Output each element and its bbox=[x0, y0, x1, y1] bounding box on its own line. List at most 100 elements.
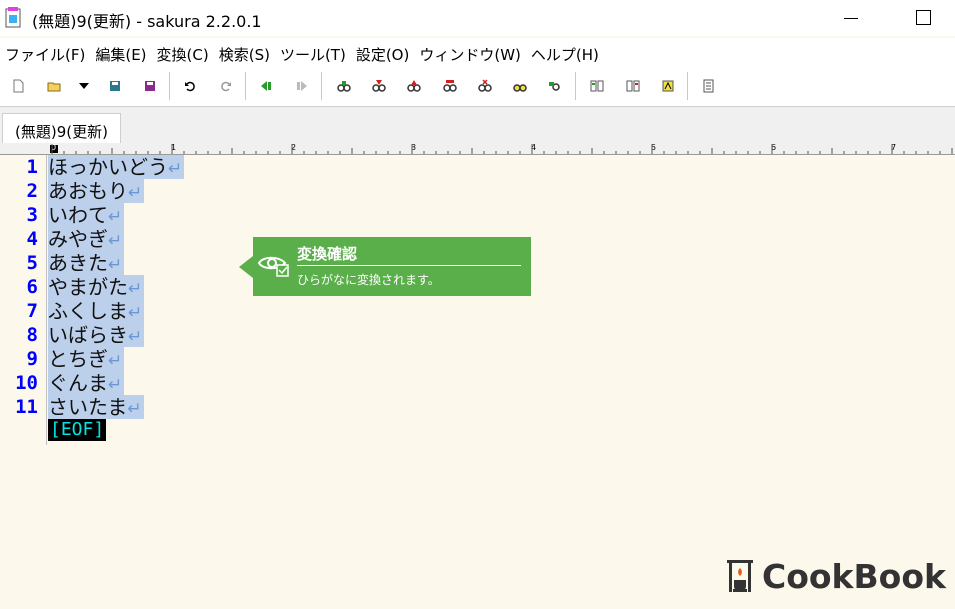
line-text[interactable]: あおもり↵ bbox=[48, 179, 145, 203]
grep-icon[interactable] bbox=[477, 78, 493, 94]
logo-text: CookBook bbox=[762, 556, 946, 596]
line-text[interactable]: やまがた↵ bbox=[48, 275, 145, 299]
line-text[interactable]: みやぎ↵ bbox=[48, 227, 125, 251]
menu-edit[interactable]: 編集(E) bbox=[90, 38, 151, 68]
menu-window[interactable]: ウィンドウ(W) bbox=[414, 38, 526, 68]
tooltip-divider bbox=[297, 265, 521, 266]
editor-line: 11 さいたま↵ bbox=[0, 395, 955, 419]
editor-line: 3 いわて↵ bbox=[0, 203, 955, 227]
editor-line: 8 いばらき↵ bbox=[0, 323, 955, 347]
text-editor[interactable]: 1 ほっかいどう↵ 2 あおもり↵ 3 いわて↵ 4 みやぎ↵ 5 あきた↵ 6… bbox=[0, 155, 955, 445]
line-content: いわて bbox=[48, 203, 108, 227]
ruler: 0 1 2 3 4 5 6 7 bbox=[0, 143, 955, 155]
toolbar-separator bbox=[575, 72, 576, 100]
jump-back-icon[interactable] bbox=[258, 78, 274, 94]
line-number: 1 bbox=[26, 156, 38, 178]
editor-line: 7 ふくしま↵ bbox=[0, 299, 955, 323]
eol-mark: ↵ bbox=[128, 279, 143, 299]
open-file-icon[interactable] bbox=[46, 78, 62, 94]
line-number: 4 bbox=[26, 228, 38, 250]
tooltip-message: ひらがなに変換されます。 bbox=[297, 273, 440, 287]
search-icon[interactable] bbox=[336, 78, 352, 94]
minimize-button[interactable] bbox=[836, 6, 866, 30]
grep-replace-icon[interactable] bbox=[512, 78, 528, 94]
menu-help[interactable]: ヘルプ(H) bbox=[526, 38, 604, 68]
eol-mark: ↵ bbox=[108, 231, 123, 251]
jump-tag-icon[interactable] bbox=[547, 78, 563, 94]
eol-mark: ↵ bbox=[128, 327, 143, 347]
eol-mark: ↵ bbox=[127, 399, 142, 419]
line-number: 11 bbox=[15, 396, 38, 418]
cooking-pot-icon bbox=[727, 560, 753, 592]
cookbook-logo: CookBook bbox=[724, 556, 946, 596]
toolbar-separator bbox=[321, 72, 322, 100]
compare-icon[interactable] bbox=[589, 78, 605, 94]
tab-document[interactable]: (無題)9(更新) bbox=[2, 113, 121, 143]
line-text[interactable]: あきた↵ bbox=[48, 251, 125, 275]
line-number: 2 bbox=[26, 180, 38, 202]
line-text[interactable]: ほっかいどう↵ bbox=[48, 155, 185, 179]
line-content: あきた bbox=[48, 251, 108, 275]
toolbar-separator bbox=[687, 72, 688, 100]
line-content: みやぎ bbox=[48, 227, 108, 251]
line-text[interactable]: ふくしま↵ bbox=[48, 299, 145, 323]
eye-check-icon bbox=[257, 256, 289, 277]
eol-mark: ↵ bbox=[128, 303, 143, 323]
line-text[interactable]: いばらき↵ bbox=[48, 323, 145, 347]
line-text[interactable]: とちぎ↵ bbox=[48, 347, 125, 371]
eol-mark: ↵ bbox=[168, 159, 183, 179]
toolbar-separator bbox=[169, 72, 170, 100]
dropdown-arrow-icon[interactable] bbox=[76, 78, 92, 94]
eol-mark: ↵ bbox=[108, 255, 123, 275]
new-file-icon[interactable] bbox=[10, 78, 26, 94]
outline-icon[interactable] bbox=[701, 78, 717, 94]
line-text[interactable]: いわて↵ bbox=[48, 203, 125, 227]
settings-icon[interactable] bbox=[625, 78, 641, 94]
menu-convert[interactable]: 変換(C) bbox=[152, 38, 214, 68]
line-content: いばらき bbox=[48, 323, 128, 347]
line-number: 7 bbox=[26, 300, 38, 322]
line-text[interactable]: ぐんま↵ bbox=[48, 371, 125, 395]
eol-mark: ↵ bbox=[108, 207, 123, 227]
jump-forward-icon[interactable] bbox=[294, 78, 310, 94]
save-as-icon[interactable] bbox=[142, 78, 158, 94]
undo-icon[interactable] bbox=[182, 78, 198, 94]
line-number: 6 bbox=[26, 276, 38, 298]
line-number: 8 bbox=[26, 324, 38, 346]
editor-line: 10 ぐんま↵ bbox=[0, 371, 955, 395]
replace-icon[interactable] bbox=[442, 78, 458, 94]
font-icon[interactable] bbox=[660, 78, 676, 94]
search-next-icon[interactable] bbox=[371, 78, 387, 94]
toolbar-separator bbox=[245, 72, 246, 100]
redo-icon[interactable] bbox=[218, 78, 234, 94]
eol-mark: ↵ bbox=[128, 183, 143, 203]
line-text[interactable]: さいたま↵ bbox=[48, 395, 144, 419]
search-prev-icon[interactable] bbox=[406, 78, 422, 94]
line-content: とちぎ bbox=[48, 347, 108, 371]
menu-settings[interactable]: 設定(O) bbox=[351, 38, 415, 68]
menu-file[interactable]: ファイル(F) bbox=[0, 38, 90, 68]
toolbar bbox=[0, 68, 955, 107]
tooltip-title: 変換確認 bbox=[297, 245, 358, 263]
editor-line: 1 ほっかいどう↵ bbox=[0, 155, 955, 179]
save-icon[interactable] bbox=[107, 78, 123, 94]
line-content: ほっかいどう bbox=[48, 155, 168, 179]
line-content: ふくしま bbox=[48, 299, 128, 323]
menu-tools[interactable]: ツール(T) bbox=[275, 38, 351, 68]
menu-search[interactable]: 検索(S) bbox=[214, 38, 275, 68]
title-bar: (無題)9(更新) - sakura 2.2.0.1 bbox=[0, 0, 955, 36]
editor-line: 9 とちぎ↵ bbox=[0, 347, 955, 371]
menu-bar: ファイル(F) 編集(E) 変換(C) 検索(S) ツール(T) 設定(O) ウ… bbox=[0, 38, 955, 68]
line-number: 10 bbox=[15, 372, 38, 394]
editor-line: 2 あおもり↵ bbox=[0, 179, 955, 203]
line-number: 9 bbox=[26, 348, 38, 370]
maximize-button[interactable] bbox=[908, 6, 938, 30]
eol-mark: ↵ bbox=[108, 375, 123, 395]
line-content: さいたま bbox=[48, 395, 128, 419]
ruler-ticks bbox=[51, 144, 953, 154]
line-number: 5 bbox=[26, 252, 38, 274]
line-number: 3 bbox=[26, 204, 38, 226]
line-content: ぐんま bbox=[48, 371, 108, 395]
line-content: やまがた bbox=[48, 275, 128, 299]
tab-bar: (無題)9(更新) bbox=[0, 107, 955, 144]
